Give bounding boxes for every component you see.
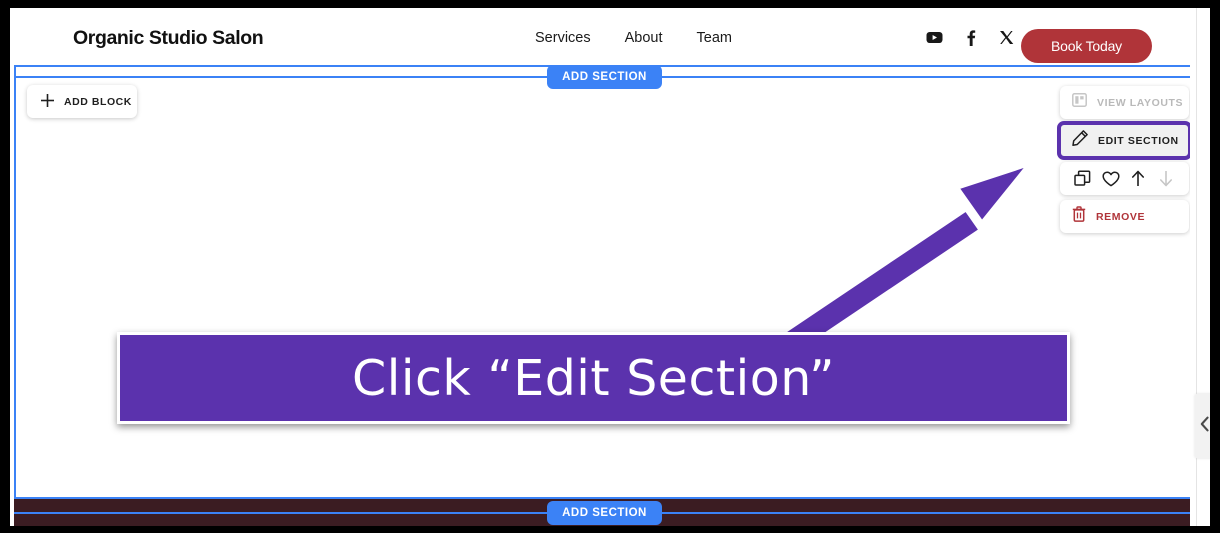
callout-banner-text: Click “Edit Section”	[352, 349, 835, 407]
plus-icon	[40, 93, 55, 111]
chevron-left-icon	[1200, 416, 1210, 437]
edit-section-card: EDIT SECTION	[1057, 121, 1192, 160]
section-icon-actions	[1060, 162, 1189, 195]
panel-collapse-handle[interactable]	[1195, 393, 1210, 459]
pencil-icon	[1072, 130, 1088, 151]
book-today-button[interactable]: Book Today	[1021, 29, 1152, 63]
add-section-bottom-container: ADD SECTION	[14, 501, 1195, 525]
screenshot-root: Organic Studio Salon Services About Team	[0, 0, 1220, 533]
view-layouts-label: VIEW LAYOUTS	[1097, 96, 1184, 109]
youtube-icon[interactable]	[926, 29, 943, 46]
editor-viewport: Organic Studio Salon Services About Team	[10, 8, 1210, 526]
brand-logo: Organic Studio Salon	[73, 27, 264, 49]
facebook-icon[interactable]	[962, 29, 979, 46]
add-block-button[interactable]: ADD BLOCK	[27, 85, 137, 118]
add-section-top-container: ADD SECTION	[14, 65, 1195, 89]
remove-card: REMOVE	[1060, 200, 1189, 233]
view-layouts-button[interactable]: VIEW LAYOUTS	[1060, 86, 1189, 119]
add-section-bottom-button[interactable]: ADD SECTION	[547, 501, 662, 525]
main-nav: Services About Team	[535, 30, 732, 46]
social-links	[926, 29, 1015, 46]
arrow-down-icon[interactable]	[1157, 169, 1176, 188]
nav-item-team[interactable]: Team	[697, 30, 732, 46]
trash-icon	[1072, 206, 1086, 227]
remove-label: REMOVE	[1096, 210, 1146, 223]
add-section-top-button[interactable]: ADD SECTION	[547, 65, 662, 89]
view-layouts-card: VIEW LAYOUTS	[1060, 86, 1189, 119]
section-toolbar: VIEW LAYOUTS EDIT SECTION REMOVE	[1057, 86, 1192, 233]
x-twitter-icon[interactable]	[998, 29, 1015, 46]
heart-icon[interactable]	[1101, 169, 1120, 188]
callout-banner: Click “Edit Section”	[117, 332, 1070, 424]
selected-section-outline[interactable]	[14, 65, 1195, 499]
nav-item-about[interactable]: About	[625, 30, 663, 46]
remove-section-button[interactable]: REMOVE	[1060, 200, 1189, 233]
nav-item-services[interactable]: Services	[535, 30, 591, 46]
edit-section-label: EDIT SECTION	[1098, 134, 1179, 147]
add-block-label: ADD BLOCK	[64, 95, 132, 108]
edit-section-button[interactable]: EDIT SECTION	[1060, 124, 1189, 157]
site-header: Organic Studio Salon Services About Team	[10, 8, 1210, 64]
arrow-up-icon[interactable]	[1129, 169, 1148, 188]
layouts-icon	[1072, 93, 1087, 112]
duplicate-icon[interactable]	[1073, 169, 1092, 188]
